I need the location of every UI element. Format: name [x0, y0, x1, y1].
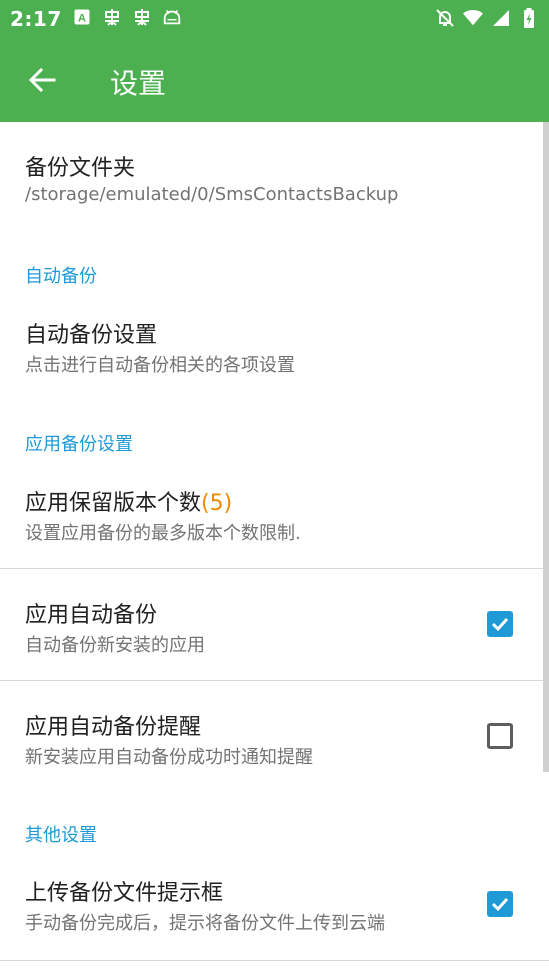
check-icon	[491, 617, 509, 632]
setting-title: 备份文件夹	[25, 156, 136, 181]
category-app-backup: 应用备份设置	[25, 434, 133, 455]
category-other: 其他设置	[25, 825, 97, 846]
setting-title: 自动备份设置	[25, 323, 158, 348]
bug-icon	[132, 7, 152, 27]
setting-summary: 手动备份完成后，提示将备份文件上传到云端	[25, 913, 385, 934]
setting-app-keep-versions[interactable]: 应用保留版本个数(5) 设置应用备份的最多版本个数限制.	[0, 467, 549, 567]
setting-auto-backup-settings[interactable]: 自动备份设置 点击进行自动备份相关的各项设置	[0, 297, 549, 397]
setting-title: 应用自动备份	[25, 603, 158, 628]
page-title: 设置	[110, 67, 167, 100]
divider	[0, 960, 549, 961]
battery-icon	[519, 8, 539, 28]
setting-title: 应用保留版本个数(5)	[25, 485, 232, 517]
setting-title-text: 应用保留版本个数	[25, 491, 202, 516]
svg-text:A: A	[78, 13, 86, 25]
settings-list[interactable]: 备份文件夹 /storage/emulated/0/SmsContactsBac…	[0, 122, 549, 976]
app-auto-backup-notify-checkbox[interactable]	[487, 723, 513, 749]
upload-prompt-checkbox[interactable]	[487, 891, 513, 917]
status-notification-icons: A	[72, 7, 182, 27]
wifi-icon	[463, 8, 483, 28]
setting-title: 应用自动备份提醒	[25, 715, 202, 740]
setting-summary: 点击进行自动备份相关的各项设置	[25, 355, 295, 376]
setting-backup-folder[interactable]: 备份文件夹 /storage/emulated/0/SmsContactsBac…	[0, 122, 549, 222]
status-system-icons	[435, 8, 539, 28]
setting-summary: /storage/emulated/0/SmsContactsBackup	[25, 184, 399, 205]
setting-summary: 自动备份新安装的应用	[25, 635, 205, 656]
category-auto-backup: 自动备份	[25, 266, 97, 287]
back-button[interactable]	[24, 62, 60, 98]
setting-value-badge: (5)	[201, 491, 233, 516]
scrollbar[interactable]	[543, 122, 549, 772]
setting-app-auto-backup[interactable]: 应用自动备份 自动备份新安装的应用	[0, 569, 549, 681]
setting-summary: 新安装应用自动备份成功时通知提醒	[25, 747, 313, 768]
setting-upload-prompt[interactable]: 上传备份文件提示框 手动备份完成后，提示将备份文件上传到云端	[0, 857, 549, 957]
setting-title: 上传备份文件提示框	[25, 881, 224, 906]
check-icon	[491, 897, 509, 912]
app-auto-backup-checkbox[interactable]	[487, 611, 513, 637]
setting-app-auto-backup-notify[interactable]: 应用自动备份提醒 新安装应用自动备份成功时通知提醒	[0, 681, 549, 793]
font-a-icon: A	[72, 7, 92, 27]
setting-summary: 设置应用备份的最多版本个数限制.	[25, 523, 301, 544]
app-bar: 设置	[0, 38, 549, 122]
bug-icon	[102, 7, 122, 27]
status-time: 2:17	[10, 7, 62, 31]
status-bar: 2:17 A	[0, 0, 549, 38]
notifications-off-icon	[435, 8, 455, 28]
arrow-left-icon	[28, 67, 56, 93]
signal-icon	[491, 8, 511, 28]
android-icon	[162, 7, 182, 27]
